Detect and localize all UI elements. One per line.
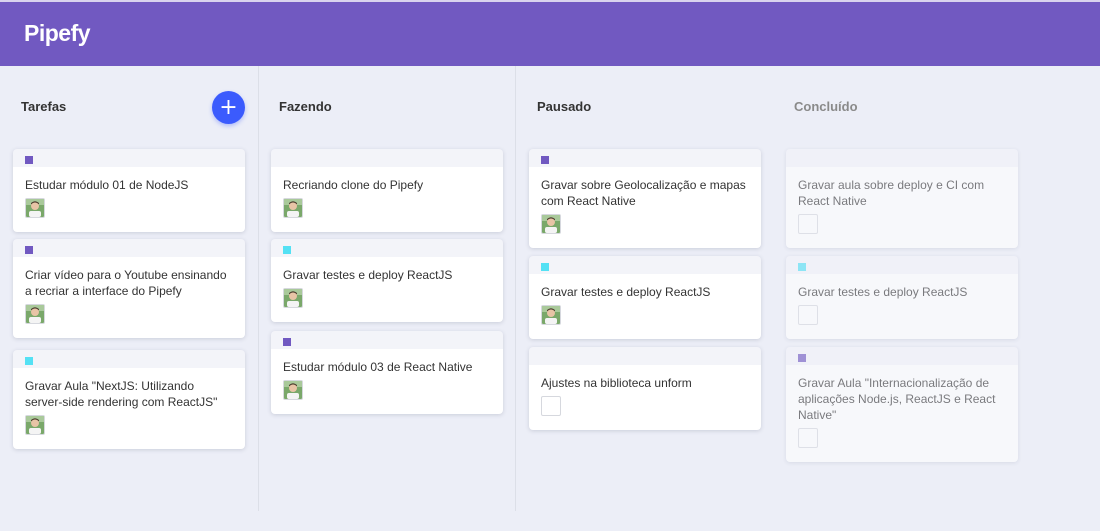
list-title: Pausado — [537, 99, 592, 114]
card-label — [25, 357, 33, 365]
list-title: Tarefas — [21, 99, 67, 114]
card-label — [283, 246, 291, 254]
list-pausado: Pausado Gravar sobre Geolocalização e ma… — [515, 66, 773, 511]
card[interactable]: Gravar aula sobre deploy e CI com React … — [786, 149, 1018, 248]
card-content: Gravar testes e deploy ReactJS — [283, 268, 453, 282]
avatar-placeholder — [541, 396, 561, 416]
list-title: Concluído — [794, 99, 858, 114]
plus-icon: + — [219, 95, 238, 120]
card-content: Criar vídeo para o Youtube ensinando a r… — [25, 268, 227, 298]
card-content: Gravar aula sobre deploy e CI com React … — [798, 178, 985, 208]
card-content: Ajustes na biblioteca unform — [541, 376, 692, 390]
card[interactable]: Estudar módulo 01 de NodeJS — [13, 149, 245, 232]
card-label — [541, 156, 549, 164]
app-logo[interactable]: Pipefy — [24, 20, 91, 47]
card-content: Recriando clone do Pipefy — [283, 178, 424, 192]
card-content: Gravar sobre Geolocalização e mapas com … — [541, 178, 746, 208]
avatar — [541, 305, 561, 325]
avatar — [25, 198, 45, 218]
list-concluido: Concluído Gravar aula sobre deploy e CI … — [772, 66, 1030, 511]
card[interactable]: Ajustes na biblioteca unform — [529, 347, 761, 430]
card-content: Gravar Aula "Internacionalização de apli… — [798, 376, 996, 422]
card[interactable]: Gravar Aula "NextJS: Utilizando server-s… — [13, 350, 245, 449]
card[interactable]: Gravar Aula "Internacionalização de apli… — [786, 347, 1018, 462]
avatar — [25, 304, 45, 324]
card-label — [25, 156, 33, 164]
avatar-placeholder — [798, 214, 818, 234]
add-card-button[interactable]: + — [212, 91, 245, 124]
card[interactable]: Criar vídeo para o Youtube ensinando a r… — [13, 239, 245, 338]
avatar-placeholder — [798, 305, 818, 325]
card-content: Gravar Aula "NextJS: Utilizando server-s… — [25, 379, 218, 409]
app-header: Pipefy — [0, 0, 1100, 66]
card[interactable]: Gravar testes e deploy ReactJS — [786, 256, 1018, 339]
avatar-placeholder — [798, 428, 818, 448]
avatar — [283, 198, 303, 218]
avatar — [283, 288, 303, 308]
card-label — [798, 263, 806, 271]
list-tarefas: Tarefas + Estudar módulo 01 de NodeJS Cri… — [0, 66, 258, 511]
card[interactable]: Gravar sobre Geolocalização e mapas com … — [529, 149, 761, 248]
card[interactable]: Recriando clone do Pipefy — [271, 149, 503, 232]
card-label — [283, 338, 291, 346]
card-label — [541, 263, 549, 271]
card-label — [25, 246, 33, 254]
avatar — [25, 415, 45, 435]
card[interactable]: Gravar testes e deploy ReactJS — [271, 239, 503, 322]
card-content: Gravar testes e deploy ReactJS — [541, 285, 711, 299]
card-content: Gravar testes e deploy ReactJS — [798, 285, 968, 299]
avatar — [283, 380, 303, 400]
card-content: Estudar módulo 01 de NodeJS — [25, 178, 189, 192]
card[interactable]: Estudar módulo 03 de React Native — [271, 331, 503, 414]
kanban-board: Tarefas + Estudar módulo 01 de NodeJS Cri… — [0, 66, 1100, 531]
card[interactable]: Gravar testes e deploy ReactJS — [529, 256, 761, 339]
list-title: Fazendo — [279, 99, 332, 114]
list-fazendo: Fazendo Recriando clone do Pipefy Gravar … — [258, 66, 516, 511]
card-label — [798, 354, 806, 362]
card-content: Estudar módulo 03 de React Native — [283, 360, 473, 374]
avatar — [541, 214, 561, 234]
